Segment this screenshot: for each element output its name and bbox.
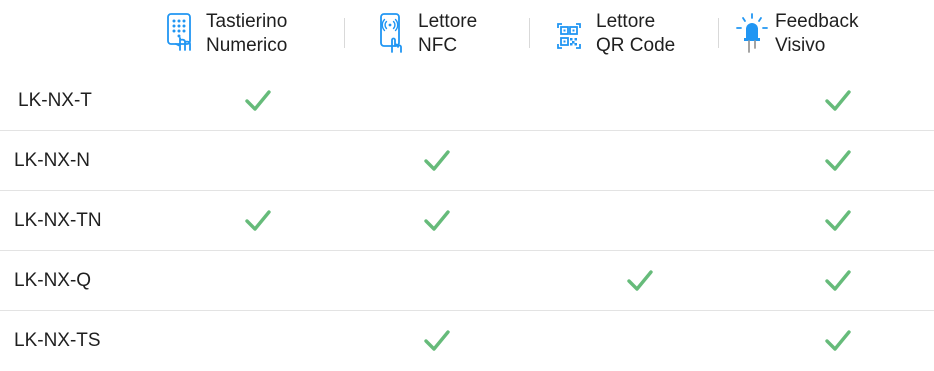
check-icon <box>824 209 852 233</box>
keypad-hand-icon <box>166 12 198 56</box>
feature-header: Tastierino Numerico Lettore NFC Lettore … <box>0 0 934 71</box>
header-divider <box>344 18 345 48</box>
check-icon <box>423 209 451 233</box>
led-light-icon <box>735 12 768 56</box>
model-name: LK-NX-T <box>18 90 92 111</box>
model-name: LK-NX-Q <box>14 270 92 291</box>
header-divider <box>718 18 719 48</box>
nfc-phone-icon <box>378 12 410 56</box>
check-icon <box>244 209 272 233</box>
header-nfc-line1: Lettore <box>418 11 478 32</box>
header-keypad-line2: Numerico <box>206 35 288 56</box>
qr-code-icon <box>556 12 588 56</box>
header-divider <box>529 18 530 48</box>
check-icon <box>824 89 852 113</box>
model-name: LK-NX-TN <box>14 210 102 231</box>
table-row: LK-NX-Q <box>0 251 934 311</box>
table-row: LK-NX-TN <box>0 191 934 251</box>
table-row: LK-NX-T <box>0 71 934 131</box>
check-icon <box>824 149 852 173</box>
check-icon <box>423 149 451 173</box>
check-icon <box>824 329 852 353</box>
check-icon <box>423 329 451 353</box>
check-icon <box>626 269 654 293</box>
table-row: LK-NX-N <box>0 131 934 191</box>
model-name: LK-NX-N <box>14 150 91 171</box>
header-feedback-line1: Feedback <box>775 11 859 32</box>
header-feedback-line2: Visivo <box>775 35 826 56</box>
table-row: LK-NX-TS <box>0 311 934 371</box>
header-qr-line2: QR Code <box>596 35 676 56</box>
model-name: LK-NX-TS <box>14 330 101 351</box>
check-icon <box>824 269 852 293</box>
header-keypad-line1: Tastierino <box>206 11 288 32</box>
check-icon <box>244 89 272 113</box>
header-qr-line1: Lettore <box>596 11 656 32</box>
header-nfc-line2: NFC <box>418 35 458 56</box>
